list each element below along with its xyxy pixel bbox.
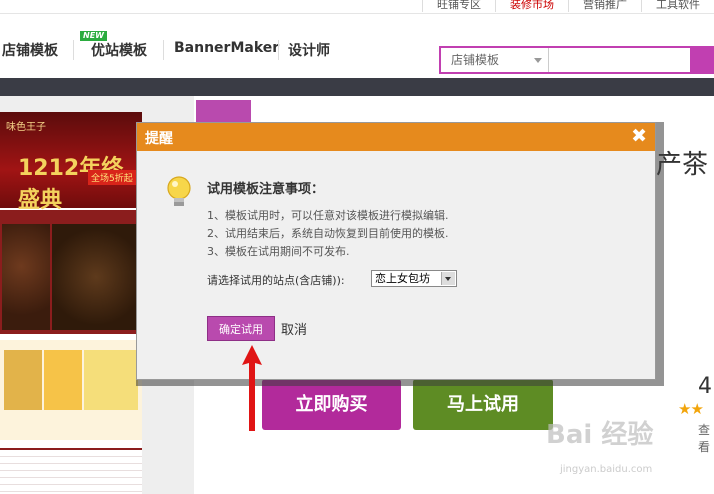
try-now-button[interactable]: 马上试用 bbox=[413, 379, 553, 430]
watermark-logo: Bai 经验 bbox=[546, 420, 654, 450]
cancel-link[interactable]: 取消 bbox=[281, 319, 307, 338]
template-thumbnail[interactable]: 味色王子 1212年终盛典 全场5折起 bbox=[0, 112, 142, 494]
site-select-value: 恋上女包坊 bbox=[375, 272, 430, 285]
thumbnail-promo: 全场5折起 bbox=[88, 170, 136, 185]
watermark: Bai 经验 jingyan.baidu.com bbox=[546, 414, 706, 490]
top-strip: 旺铺专区 装修市场 营销推广 工具软件 bbox=[0, 0, 714, 12]
nav-item-bannermaker[interactable]: BannerMaker bbox=[174, 40, 279, 56]
buy-now-button[interactable]: 立即购买 bbox=[262, 379, 401, 430]
search-box: 店铺模板 bbox=[439, 46, 714, 74]
chevron-down-icon bbox=[534, 58, 542, 63]
thumbnail-brand: 味色王子 bbox=[6, 122, 46, 133]
food-image bbox=[2, 224, 50, 330]
close-icon[interactable]: ✖ bbox=[631, 125, 647, 147]
trial-dialog: 提醒 ✖ 试用模板注意事项： 1、模板试用时，可以任意对该模板进行模拟编辑. 2… bbox=[136, 122, 656, 380]
confirm-trial-button[interactable]: 确定试用 bbox=[207, 316, 275, 341]
main-nav: 店铺模板 NEW 优站模板 BannerMaker 设计师 店铺模板 bbox=[0, 13, 714, 78]
toplink-wangpu[interactable]: 旺铺专区 bbox=[422, 0, 495, 12]
search-input[interactable] bbox=[550, 48, 698, 72]
search-button[interactable] bbox=[690, 48, 712, 72]
nav-separator bbox=[163, 40, 164, 60]
product-image bbox=[44, 350, 82, 410]
note-line: 3、模板在试用期间不可发布. bbox=[207, 245, 350, 258]
rating-number: 4 bbox=[698, 374, 712, 399]
nav-separator bbox=[73, 40, 74, 60]
product-image bbox=[84, 350, 138, 410]
thumbnail-food-section bbox=[0, 210, 142, 334]
nav-item-youzhan-template[interactable]: 优站模板 bbox=[91, 40, 147, 60]
nav-separator bbox=[278, 40, 279, 60]
dialog-header: 提醒 ✖ bbox=[137, 123, 655, 151]
dark-bar bbox=[0, 78, 714, 96]
food-image bbox=[52, 224, 140, 330]
toplink-promotion[interactable]: 营销推广 bbox=[568, 0, 641, 12]
note-line: 1、模板试用时，可以任意对该模板进行模拟编辑. bbox=[207, 209, 449, 222]
dialog-title: 提醒 bbox=[145, 131, 173, 147]
toplink-tools[interactable]: 工具软件 bbox=[641, 0, 714, 12]
toplink-market[interactable]: 装修市场 bbox=[495, 0, 568, 12]
thumbnail-product-row bbox=[0, 340, 142, 440]
grade-tab bbox=[196, 100, 251, 122]
red-arrow-icon bbox=[242, 345, 262, 431]
thumbnail-banner: 味色王子 1212年终盛典 全场5折起 bbox=[0, 112, 142, 213]
product-image bbox=[4, 350, 42, 410]
top-links: 旺铺专区 装修市场 营销推广 工具软件 bbox=[422, 0, 714, 12]
site-select[interactable]: 恋上女包坊 bbox=[371, 270, 457, 287]
lightbulb-icon bbox=[167, 176, 191, 206]
search-category-select[interactable]: 店铺模板 bbox=[441, 48, 549, 72]
nav-item-shop-template[interactable]: 店铺模板 bbox=[2, 40, 58, 60]
watermark-url: jingyan.baidu.com bbox=[560, 464, 653, 475]
site-select-label: 请选择试用的站点(含店铺)): bbox=[207, 274, 345, 287]
search-category-value: 店铺模板 bbox=[451, 53, 500, 67]
nav-item-designer[interactable]: 设计师 bbox=[288, 40, 330, 60]
dialog-heading: 试用模板注意事项： bbox=[207, 182, 325, 197]
note-line: 2、试用结束后，系统自动恢复到目前使用的模板. bbox=[207, 227, 449, 240]
chevron-down-icon bbox=[441, 272, 455, 285]
thumbnail-footer bbox=[0, 448, 142, 494]
